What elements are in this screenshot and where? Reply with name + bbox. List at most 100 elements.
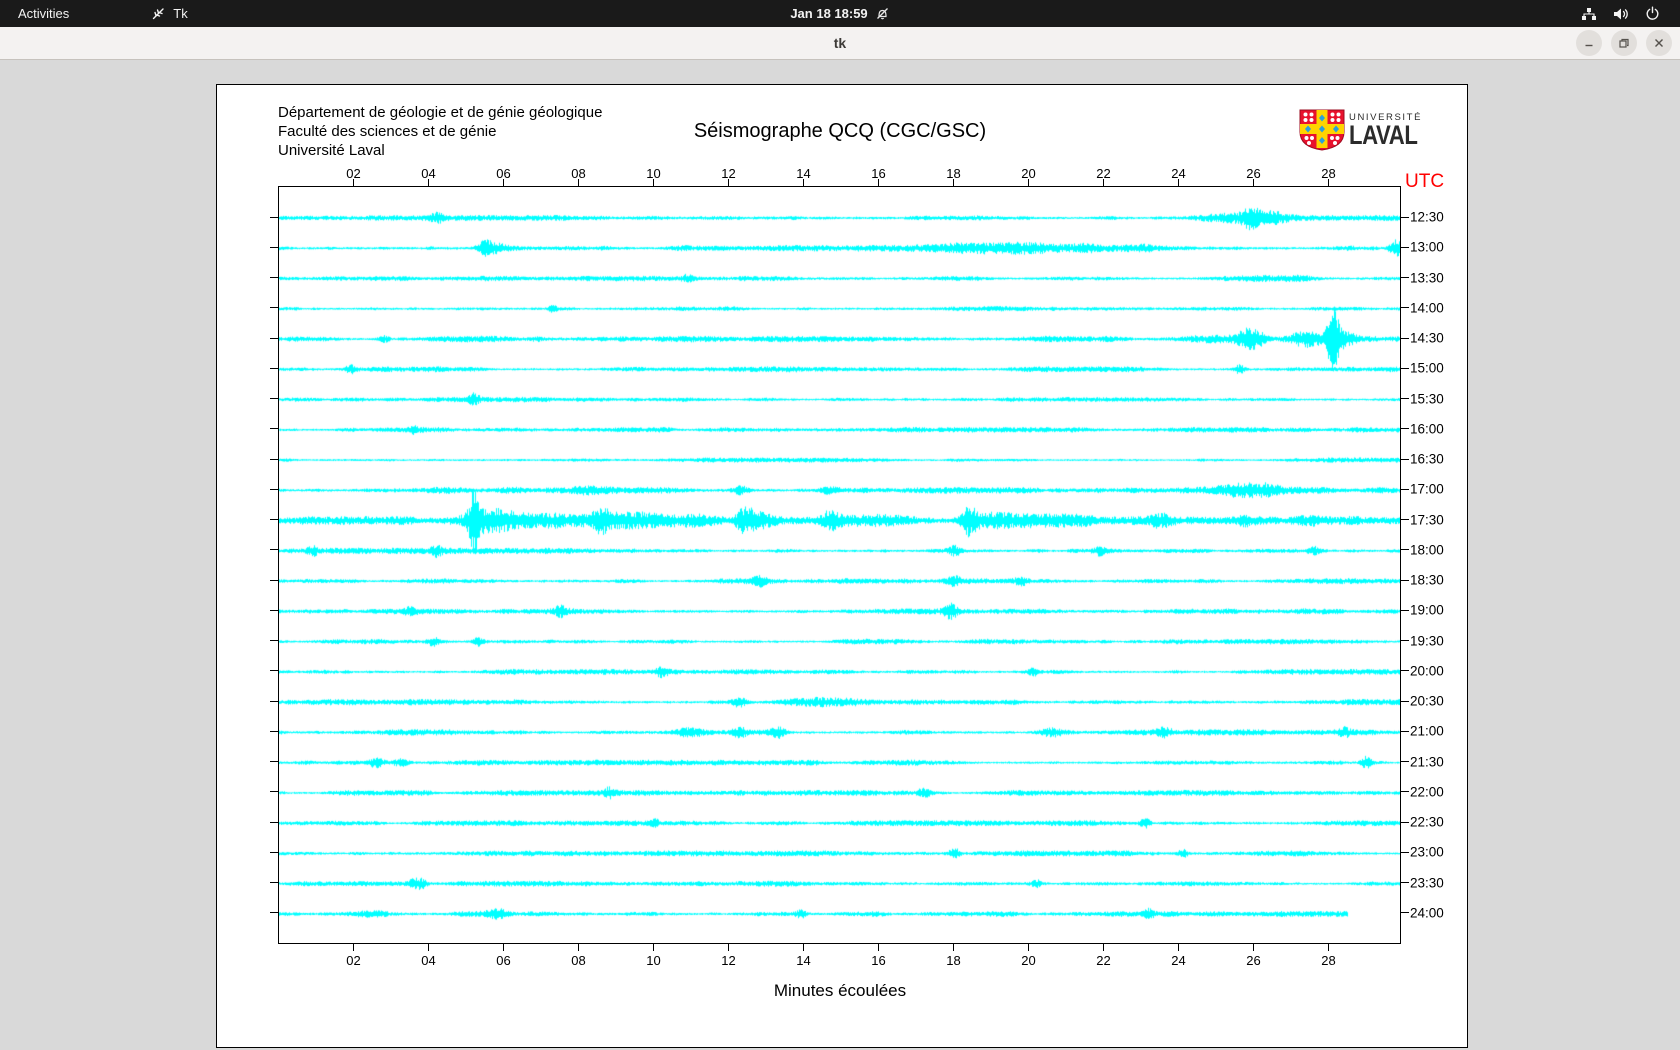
x-tick-top: [1328, 179, 1329, 186]
utc-row-label: 24:00: [1410, 905, 1444, 920]
top-bar: Activities Tk Jan 18 18:59: [0, 0, 1680, 27]
utc-row-label: 13:30: [1410, 270, 1444, 285]
y-tick-right: [1401, 701, 1409, 702]
x-tick-top: [953, 179, 954, 186]
utc-row-label: 19:00: [1410, 603, 1444, 618]
logo-wordmark: UNIVERSITÉ LAVAL: [1349, 112, 1432, 147]
utc-row-label: 14:30: [1410, 331, 1444, 346]
x-tick-bottom: [1253, 944, 1254, 951]
utc-row-label: 21:30: [1410, 754, 1444, 769]
y-tick-right: [1401, 217, 1409, 218]
minimize-icon: [1583, 37, 1595, 49]
utc-row-label: 12:30: [1410, 210, 1444, 225]
y-tick-right: [1401, 519, 1409, 520]
x-tick-bottom: [653, 944, 654, 951]
y-tick-left: [270, 489, 278, 490]
x-tick-top: [1253, 179, 1254, 186]
y-tick-right: [1401, 640, 1409, 641]
utc-row-label: 22:30: [1410, 815, 1444, 830]
x-tick-label-bottom: 08: [571, 953, 585, 968]
x-tick-label-top: 16: [871, 166, 885, 181]
y-tick-right: [1401, 489, 1409, 490]
y-tick-right: [1401, 670, 1409, 671]
x-tick-top: [578, 179, 579, 186]
y-tick-left: [270, 338, 278, 339]
utc-row-label: 16:00: [1410, 421, 1444, 436]
utc-row-label: 20:30: [1410, 694, 1444, 709]
y-tick-right: [1401, 398, 1409, 399]
chart-title: Séismographe QCQ (CGC/GSC): [615, 120, 1065, 143]
y-tick-right: [1401, 428, 1409, 429]
x-tick-top: [728, 179, 729, 186]
x-tick-label-top: 18: [946, 166, 960, 181]
y-tick-right: [1401, 761, 1409, 762]
restore-button[interactable]: [1611, 30, 1637, 56]
x-tick-label-bottom: 04: [421, 953, 435, 968]
x-tick-label-bottom: 20: [1021, 953, 1035, 968]
x-tick-label-bottom: 22: [1096, 953, 1110, 968]
close-button[interactable]: [1646, 30, 1672, 56]
y-tick-right: [1401, 882, 1409, 883]
seismograph-panel: Département de géologie et de génie géol…: [216, 84, 1468, 1048]
institution-header: Département de géologie et de génie géol…: [278, 103, 602, 160]
x-tick-top: [803, 179, 804, 186]
y-tick-right: [1401, 549, 1409, 550]
y-tick-left: [270, 912, 278, 913]
x-tick-label-top: 10: [646, 166, 660, 181]
universite-laval-logo: UNIVERSITÉ LAVAL: [1299, 109, 1449, 154]
window-title: tk: [0, 27, 1680, 59]
x-tick-top: [1178, 179, 1179, 186]
y-tick-left: [270, 791, 278, 792]
utc-row-label: 20:00: [1410, 663, 1444, 678]
utc-row-label: 22:00: [1410, 784, 1444, 799]
restore-icon: [1618, 37, 1630, 49]
y-tick-right: [1401, 731, 1409, 732]
y-tick-left: [270, 247, 278, 248]
x-tick-bottom: [353, 944, 354, 951]
window-titlebar: tk: [0, 27, 1680, 60]
y-tick-right: [1401, 791, 1409, 792]
y-tick-left: [270, 701, 278, 702]
logo-large-text: LAVAL: [1349, 123, 1417, 147]
y-tick-right: [1401, 912, 1409, 913]
x-tick-top: [353, 179, 354, 186]
header-line-3: Université Laval: [278, 141, 602, 160]
x-tick-top: [878, 179, 879, 186]
minimize-button[interactable]: [1576, 30, 1602, 56]
y-tick-right: [1401, 610, 1409, 611]
system-menu-button[interactable]: [1571, 0, 1670, 27]
x-tick-label-top: 26: [1246, 166, 1260, 181]
x-tick-label-top: 04: [421, 166, 435, 181]
y-tick-left: [270, 549, 278, 550]
x-tick-label-bottom: 06: [496, 953, 510, 968]
volume-icon: [1613, 7, 1629, 21]
y-tick-left: [270, 277, 278, 278]
x-tick-label-top: 20: [1021, 166, 1035, 181]
x-tick-bottom: [503, 944, 504, 951]
y-tick-left: [270, 368, 278, 369]
x-tick-bottom: [953, 944, 954, 951]
close-icon: [1653, 37, 1665, 49]
x-tick-bottom: [1103, 944, 1104, 951]
utc-row-label: 13:00: [1410, 240, 1444, 255]
x-tick-bottom: [1328, 944, 1329, 951]
y-tick-left: [270, 640, 278, 641]
notifications-disabled-icon: [875, 6, 890, 21]
x-tick-bottom: [578, 944, 579, 951]
x-tick-label-top: 12: [721, 166, 735, 181]
header-line-2: Faculté des sciences et de génie: [278, 122, 602, 141]
x-tick-bottom: [878, 944, 879, 951]
x-tick-top: [503, 179, 504, 186]
x-tick-label-bottom: 16: [871, 953, 885, 968]
y-tick-left: [270, 852, 278, 853]
utc-row-label: 15:00: [1410, 361, 1444, 376]
y-tick-right: [1401, 580, 1409, 581]
utc-row-label: 19:30: [1410, 633, 1444, 648]
network-icon: [1581, 7, 1597, 21]
x-tick-bottom: [728, 944, 729, 951]
power-icon: [1645, 6, 1660, 21]
utc-row-label: 17:30: [1410, 512, 1444, 527]
y-tick-left: [270, 670, 278, 671]
clock-button[interactable]: Jan 18 18:59: [780, 0, 899, 27]
x-tick-label-bottom: 14: [796, 953, 810, 968]
